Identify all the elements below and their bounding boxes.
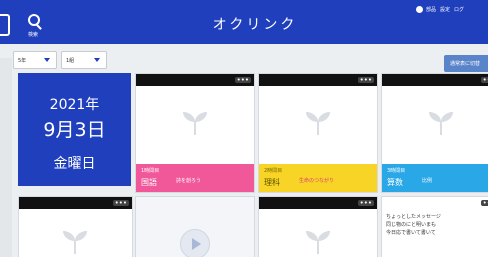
lesson-topic: 生命のつながり bbox=[299, 178, 335, 184]
date-month-day: 9月3日 bbox=[43, 119, 106, 141]
lesson-footer: 2時間目 理科 生命のつながり bbox=[259, 164, 377, 192]
message-line: ちょっとしたメッセージ bbox=[386, 214, 441, 220]
okurinku-screen: 検索 オクリンク 部品 設定 ログ 5年 1組 通常表に切替 2021年 9月3日 … bbox=[0, 0, 488, 257]
lesson-topic: 比例 bbox=[422, 178, 433, 184]
message-text: ちょっとしたメッセージ 同じ物のにと明いまも 今日応で書いて書いて bbox=[386, 213, 486, 237]
lesson-card-5[interactable]: ••• bbox=[258, 196, 378, 257]
grade-select-value: 1組 bbox=[66, 58, 75, 64]
search-label: 検索 bbox=[27, 32, 38, 38]
app-title: オクリンク bbox=[212, 17, 298, 33]
more-icon[interactable]: ••• bbox=[480, 77, 488, 84]
lesson-period: 2時間目 bbox=[264, 168, 283, 174]
video-card[interactable] bbox=[135, 196, 255, 257]
more-icon[interactable]: ••• bbox=[234, 77, 251, 84]
more-icon[interactable]: ••• bbox=[357, 200, 374, 207]
lesson-subject: 算数 bbox=[387, 178, 403, 187]
sprout-icon bbox=[429, 112, 453, 135]
more-icon[interactable]: ••• bbox=[357, 77, 374, 84]
date-year: 2021年 bbox=[49, 97, 100, 113]
lesson-subject: 国語 bbox=[141, 178, 157, 187]
chevron-down-icon bbox=[94, 58, 100, 62]
grade-select[interactable]: 1組 bbox=[61, 51, 107, 69]
message-card[interactable]: ••• ちょっとしたメッセージ 同じ物のにと明いまも 今日応で書いて書いて bbox=[381, 196, 488, 257]
user-avatar-icon bbox=[415, 6, 423, 13]
more-icon[interactable]: ••• bbox=[112, 200, 129, 207]
date-card: 2021年 9月3日 金曜日 bbox=[18, 73, 131, 186]
message-line: 同じ物のにと明いまも bbox=[386, 222, 437, 228]
header-bar: 検索 オクリンク 部品 設定 ログ bbox=[0, 0, 488, 44]
lesson-footer: 1時間目 国語 詩を創ろう bbox=[136, 164, 254, 192]
message-line: 今日応で書いて書いて bbox=[386, 230, 436, 236]
lesson-subject: 理科 bbox=[264, 178, 280, 187]
lesson-footer: 3時間目 算数 比例 bbox=[382, 164, 488, 192]
lesson-card-4[interactable]: ••• bbox=[18, 196, 133, 257]
class-select-value: 5年 bbox=[18, 58, 27, 64]
sprout-icon bbox=[63, 231, 87, 254]
lesson-period: 3時間目 bbox=[387, 168, 406, 174]
lesson-topic: 詩を創ろう bbox=[176, 178, 202, 184]
menu-icon[interactable] bbox=[0, 14, 10, 36]
lesson-card-2[interactable]: ••• 2時間目 理科 生命のつながり bbox=[258, 73, 378, 193]
sprout-icon bbox=[183, 112, 207, 135]
user-menu[interactable]: 部品 設定 ログ bbox=[415, 6, 468, 13]
user-menu-item[interactable]: 設定 bbox=[440, 7, 450, 13]
more-icon[interactable]: ••• bbox=[480, 200, 488, 207]
date-weekday: 金曜日 bbox=[53, 156, 96, 172]
lesson-card-1[interactable]: ••• 1時間目 国語 詩を創ろう bbox=[135, 73, 255, 193]
sprout-icon bbox=[306, 231, 330, 254]
user-menu-item[interactable]: 部品 bbox=[426, 7, 436, 13]
search-button[interactable]: 検索 bbox=[22, 11, 44, 38]
chevron-down-icon bbox=[44, 58, 50, 62]
lesson-card-3[interactable]: ••• 3時間目 算数 比例 bbox=[381, 73, 488, 193]
play-icon[interactable] bbox=[180, 229, 210, 257]
side-edge bbox=[0, 58, 12, 257]
switch-view-button[interactable]: 通常表に切替 bbox=[444, 55, 488, 72]
sprout-icon bbox=[306, 112, 330, 135]
class-select[interactable]: 5年 bbox=[13, 51, 57, 69]
user-menu-item[interactable]: ログ bbox=[454, 7, 464, 13]
lesson-period: 1時間目 bbox=[141, 168, 160, 174]
